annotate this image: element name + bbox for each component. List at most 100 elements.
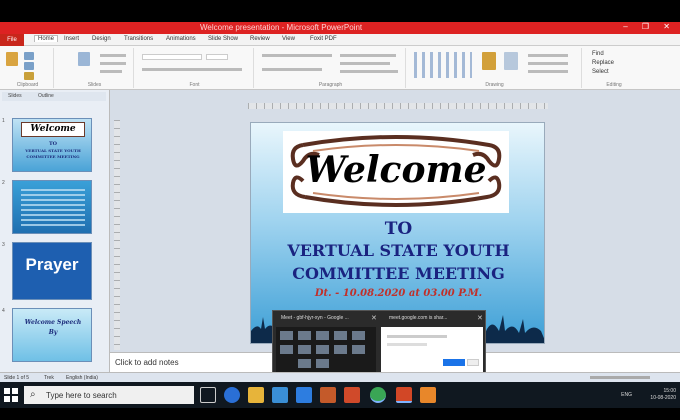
tab-review[interactable]: Review <box>250 36 270 42</box>
language-status[interactable]: English (India) <box>66 375 98 381</box>
stop-sharing-button[interactable] <box>443 359 465 366</box>
font-formatting-row[interactable] <box>142 68 242 71</box>
paragraph-group-label: Paragraph <box>318 82 343 88</box>
slide-number: 2 <box>2 180 5 186</box>
tab-home[interactable]: Home <box>34 35 59 42</box>
slide-number: 1 <box>2 118 5 124</box>
arrange-icon[interactable] <box>482 52 496 70</box>
hide-button[interactable] <box>467 359 479 366</box>
shape-outline[interactable] <box>528 62 568 65</box>
slide-thumbnail-2[interactable] <box>12 180 92 234</box>
thumb-line: VERTUAL STATE YOUTH <box>25 148 81 153</box>
find-button[interactable]: Find <box>592 51 604 57</box>
copy-icon[interactable] <box>24 62 34 70</box>
shape-fill[interactable] <box>528 54 568 57</box>
paste-icon[interactable] <box>6 52 18 66</box>
clock-time: 15:00 <box>663 388 676 394</box>
office-icon[interactable] <box>320 387 336 403</box>
search-placeholder: Type here to search <box>46 391 117 400</box>
drawing-group: Drawing <box>408 48 582 88</box>
welcome-heading: Welcome <box>305 149 487 191</box>
window-controls[interactable]: – ❐ ✕ <box>623 22 676 31</box>
slide-thumbnail-1[interactable]: Welcome TO VERTUAL STATE YOUTH COMMITTEE… <box>12 118 92 172</box>
slide-line-1: VERTUAL STATE YOUTH <box>287 241 510 260</box>
slide-thumbnail-3[interactable]: Prayer <box>12 242 92 300</box>
thumb-to: TO <box>48 141 58 147</box>
text-direction[interactable] <box>340 54 396 57</box>
close-icon[interactable]: ✕ <box>371 314 377 322</box>
powerpoint-icon[interactable] <box>396 387 412 403</box>
slide-number: 3 <box>2 242 5 248</box>
slide-counter: Slide 1 of 5 <box>4 375 30 381</box>
convert-to-smartart[interactable] <box>340 70 398 73</box>
slides-group-label: Slides <box>87 82 102 88</box>
tab-file[interactable]: File <box>0 34 24 46</box>
slides-group: Slides <box>56 48 134 88</box>
clipboard-group-label: Clipboard <box>16 82 39 88</box>
font-group-label: Font <box>189 82 200 88</box>
slide-number: 4 <box>2 308 5 314</box>
slide-thumbnail-4[interactable]: Welcome Speech By <box>12 308 92 362</box>
tab-slide-show[interactable]: Slide Show <box>208 36 238 42</box>
store-icon[interactable] <box>272 387 288 403</box>
thumb-content <box>21 189 85 227</box>
windows-start-icon[interactable] <box>4 388 18 402</box>
tab-design[interactable]: Design <box>92 36 111 42</box>
editing-group-label: Editing <box>606 82 622 88</box>
new-slide-icon[interactable] <box>78 52 90 66</box>
replace-button[interactable]: Replace <box>592 60 614 66</box>
list-buttons[interactable] <box>262 54 332 57</box>
editing-group: Find Replace Select Editing <box>584 48 644 88</box>
tab-foxit-pdf[interactable]: Foxit PDF <box>310 36 337 42</box>
horizontal-ruler <box>248 103 548 109</box>
cut-icon[interactable] <box>24 52 34 60</box>
align-text[interactable] <box>340 62 390 65</box>
task-view-icon[interactable] <box>200 387 216 403</box>
tab-transitions[interactable]: Transitions <box>124 36 153 42</box>
tab-animations[interactable]: Animations <box>166 36 196 42</box>
font-size-field[interactable] <box>206 54 228 60</box>
clipboard-group: Clipboard <box>2 48 54 88</box>
welcome-frame: Welcome <box>283 131 509 213</box>
shapes-gallery[interactable] <box>414 52 472 78</box>
thumb-line: By <box>48 329 58 336</box>
screen: Welcome presentation - Microsoft PowerPo… <box>0 0 680 420</box>
tab-slides[interactable]: Slides <box>8 93 22 99</box>
tab-insert[interactable]: Insert <box>64 36 79 42</box>
font-name-field[interactable] <box>142 54 202 60</box>
align-buttons[interactable] <box>262 68 322 71</box>
paragraph-group: Paragraph <box>256 48 406 88</box>
theme-name: Trek <box>44 375 54 381</box>
popup-title-meet[interactable]: Meet - gbf-hjyr-xyn - Google ... <box>281 315 349 321</box>
chrome-icon[interactable] <box>370 387 386 403</box>
edge-icon[interactable] <box>224 387 240 403</box>
system-tray[interactable]: ENG 15:00 10-08-2020 <box>621 388 676 402</box>
popup-title-share[interactable]: meet.google.com is shar... <box>389 315 447 321</box>
slide-date: Dt. - 10.08.2020 at 03.00 P.M. <box>314 288 483 299</box>
taskbar: ⌕ Type here to search ENG 15:00 10-08-20… <box>0 382 680 408</box>
slide-to: TO <box>384 219 413 239</box>
pane-tabs: Slides Outline <box>2 92 106 101</box>
media-icon[interactable] <box>344 387 360 403</box>
tab-view[interactable]: View <box>282 36 295 42</box>
window-title: Welcome presentation - Microsoft PowerPo… <box>200 23 363 32</box>
ribbon-tabs: File Home Insert Design Transitions Anim… <box>0 34 680 46</box>
tab-outline[interactable]: Outline <box>38 93 54 99</box>
file-explorer-icon[interactable] <box>248 387 264 403</box>
taskbar-search[interactable]: ⌕ Type here to search <box>24 386 194 404</box>
mail-icon[interactable] <box>296 387 312 403</box>
shape-effects[interactable] <box>528 70 568 73</box>
clock-date: 10-08-2020 <box>650 395 676 401</box>
thumb-welcome: Welcome <box>21 122 85 137</box>
vlc-icon[interactable] <box>420 387 436 403</box>
quick-styles-icon[interactable] <box>504 52 518 70</box>
close-icon[interactable]: ✕ <box>477 314 483 322</box>
select-button[interactable]: Select <box>592 69 609 75</box>
ribbon: Clipboard Slides Font Paragraph Drawing … <box>0 46 680 90</box>
format-painter-icon[interactable] <box>24 72 34 80</box>
slide-line-2: COMMITTEE MEETING <box>292 264 505 283</box>
drawing-group-label: Drawing <box>485 82 504 88</box>
zoom-slider[interactable] <box>590 376 650 379</box>
vertical-ruler <box>114 120 120 350</box>
language-indicator[interactable]: ENG <box>621 392 632 399</box>
